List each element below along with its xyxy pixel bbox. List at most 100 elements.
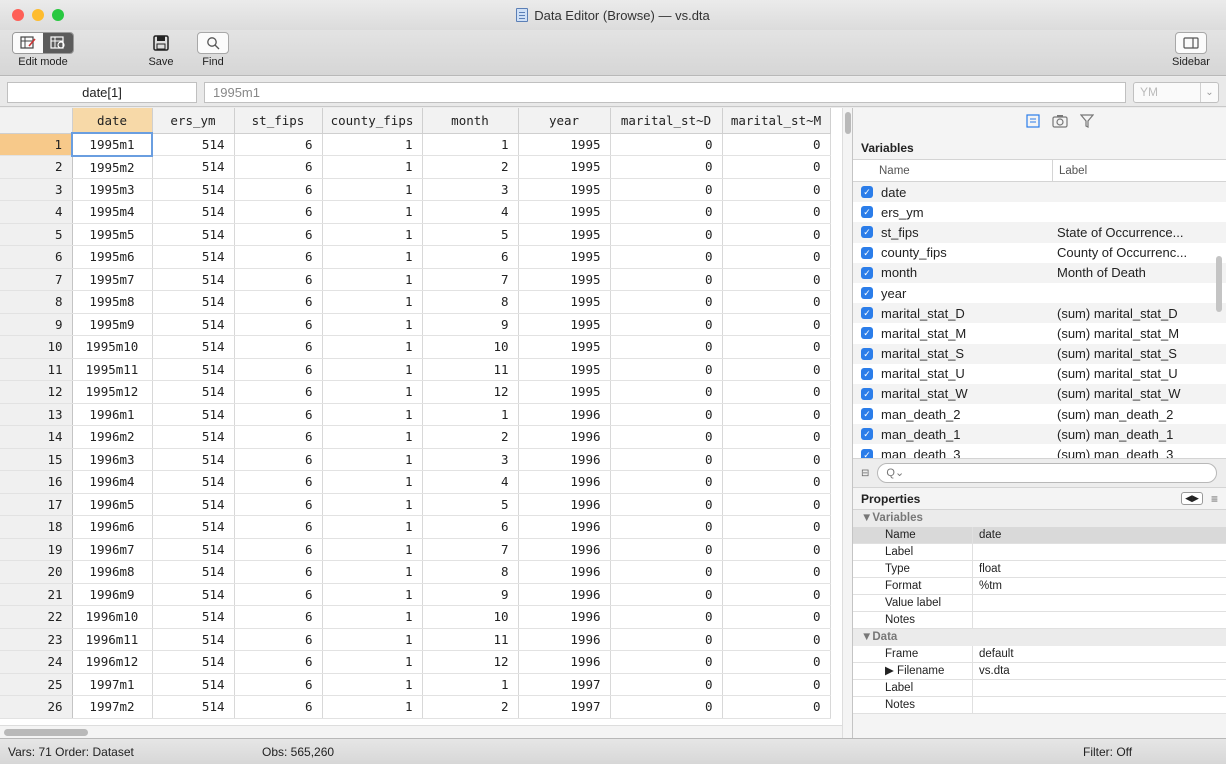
- row-number[interactable]: 2: [0, 155, 73, 179]
- variable-checkbox[interactable]: ✓: [861, 307, 873, 320]
- column-header[interactable]: month: [422, 108, 519, 134]
- property-row[interactable]: Type float: [853, 561, 1226, 578]
- variable-checkbox[interactable]: ✓: [861, 448, 873, 458]
- table-cell[interactable]: 1997m2: [72, 695, 153, 719]
- table-cell[interactable]: 0: [610, 133, 723, 156]
- table-cell[interactable]: 1: [322, 695, 423, 719]
- row-number[interactable]: 1: [0, 133, 73, 156]
- list-item[interactable]: ✓ county_fips County of Occurrenc...: [853, 243, 1226, 263]
- table-cell[interactable]: 0: [722, 403, 831, 426]
- table-cell[interactable]: 9: [422, 583, 519, 606]
- column-header[interactable]: marital_st~M: [722, 108, 831, 134]
- variable-search-input[interactable]: Q⌄: [877, 463, 1218, 483]
- table-cell[interactable]: 1996m10: [72, 605, 153, 629]
- table-cell[interactable]: 6: [234, 650, 323, 674]
- table-cell[interactable]: 6: [234, 695, 323, 719]
- table-cell[interactable]: 6: [234, 560, 323, 584]
- list-item[interactable]: ✓ man_death_3 (sum) man_death_3: [853, 444, 1226, 458]
- variables-list[interactable]: ✓ date ✓ ers_ym ✓ st_fips State of Occurrence.…: [853, 182, 1226, 458]
- table-cell[interactable]: 1: [322, 560, 423, 584]
- scroll-thumb[interactable]: [1216, 256, 1222, 312]
- table-cell[interactable]: 0: [610, 155, 723, 179]
- table-cell[interactable]: 6: [234, 493, 323, 516]
- list-item[interactable]: ✓ marital_stat_W (sum) marital_stat_W: [853, 383, 1226, 405]
- row-number[interactable]: 17: [0, 493, 73, 516]
- snapshot-camera-icon[interactable]: [1051, 114, 1068, 131]
- table-cell[interactable]: 1996: [518, 605, 611, 629]
- row-number[interactable]: 20: [0, 560, 73, 584]
- table-cell[interactable]: 0: [722, 650, 831, 674]
- table-cell[interactable]: 0: [610, 290, 723, 314]
- table-cell[interactable]: 6: [234, 628, 323, 651]
- table-cell[interactable]: 1996: [518, 560, 611, 584]
- table-cell[interactable]: 10: [422, 605, 519, 629]
- table-cell[interactable]: 1: [322, 605, 423, 629]
- table-cell[interactable]: 6: [234, 425, 323, 449]
- list-item[interactable]: ✓ marital_stat_D (sum) marital_stat_D: [853, 303, 1226, 324]
- row-number[interactable]: 11: [0, 358, 73, 381]
- table-cell[interactable]: 514: [152, 335, 235, 359]
- table-cell[interactable]: 1995m8: [72, 290, 153, 314]
- table-cell[interactable]: 1: [322, 448, 423, 471]
- table-cell[interactable]: 11: [422, 628, 519, 651]
- property-row[interactable]: Notes: [853, 612, 1226, 629]
- variable-checkbox[interactable]: ✓: [861, 266, 873, 279]
- table-cell[interactable]: 0: [722, 538, 831, 561]
- table-cell[interactable]: 1996m2: [72, 425, 153, 449]
- table-cell[interactable]: 4: [422, 200, 519, 224]
- table-cell[interactable]: 1995: [518, 178, 611, 201]
- table-cell[interactable]: 1: [322, 493, 423, 516]
- column-header[interactable]: ers_ym: [152, 108, 235, 134]
- table-cell[interactable]: 1: [322, 200, 423, 224]
- table-cell[interactable]: 6: [234, 335, 323, 359]
- table-cell[interactable]: 0: [722, 673, 831, 696]
- table-cell[interactable]: 1995m10: [72, 335, 153, 359]
- edit-mode-toggle[interactable]: [12, 32, 74, 54]
- table-cell[interactable]: 514: [152, 538, 235, 561]
- table-cell[interactable]: 6: [234, 403, 323, 426]
- property-row[interactable]: Label: [853, 544, 1226, 561]
- table-cell[interactable]: 1995m11: [72, 358, 153, 381]
- table-cell[interactable]: 514: [152, 515, 235, 539]
- table-cell[interactable]: 7: [422, 538, 519, 561]
- table-cell[interactable]: 514: [152, 470, 235, 494]
- vertical-scrollbar[interactable]: [842, 108, 852, 738]
- variable-checkbox[interactable]: ✓: [861, 367, 873, 380]
- table-cell[interactable]: 1996: [518, 470, 611, 494]
- variables-label-header[interactable]: Label: [1053, 160, 1087, 181]
- table-cell[interactable]: 514: [152, 695, 235, 719]
- variable-checkbox[interactable]: ✓: [861, 327, 873, 340]
- table-cell[interactable]: 1: [322, 515, 423, 539]
- table-cell[interactable]: 1: [322, 155, 423, 179]
- table-cell[interactable]: 1996m11: [72, 628, 153, 651]
- data-grid[interactable]: date ers_ym st_fips county_fips month year mar…: [0, 108, 842, 738]
- edit-mode-icon[interactable]: [13, 33, 43, 53]
- table-cell[interactable]: 1: [422, 133, 519, 156]
- table-cell[interactable]: 514: [152, 673, 235, 696]
- table-cell[interactable]: 6: [234, 133, 323, 156]
- table-cell[interactable]: 6: [234, 200, 323, 224]
- row-number[interactable]: 7: [0, 268, 73, 291]
- table-cell[interactable]: 1995m4: [72, 200, 153, 224]
- table-cell[interactable]: 1: [322, 335, 423, 359]
- table-cell[interactable]: 0: [610, 245, 723, 269]
- table-cell[interactable]: 0: [610, 425, 723, 449]
- scroll-thumb[interactable]: [4, 729, 88, 736]
- table-cell[interactable]: 11: [422, 358, 519, 381]
- table-cell[interactable]: 0: [610, 515, 723, 539]
- table-cell[interactable]: 514: [152, 425, 235, 449]
- table-cell[interactable]: 0: [722, 290, 831, 314]
- row-number[interactable]: 19: [0, 538, 73, 561]
- table-cell[interactable]: 1: [322, 133, 423, 156]
- table-cell[interactable]: 4: [422, 470, 519, 494]
- property-value[interactable]: [973, 612, 979, 628]
- table-cell[interactable]: 1: [322, 358, 423, 381]
- table-cell[interactable]: 514: [152, 605, 235, 629]
- table-cell[interactable]: 1: [322, 245, 423, 269]
- table-cell[interactable]: 6: [234, 223, 323, 246]
- property-value[interactable]: %tm: [973, 578, 1002, 594]
- variable-checkbox[interactable]: ✓: [861, 226, 873, 239]
- row-number[interactable]: 15: [0, 448, 73, 471]
- table-cell[interactable]: 0: [722, 358, 831, 381]
- table-cell[interactable]: 1: [322, 673, 423, 696]
